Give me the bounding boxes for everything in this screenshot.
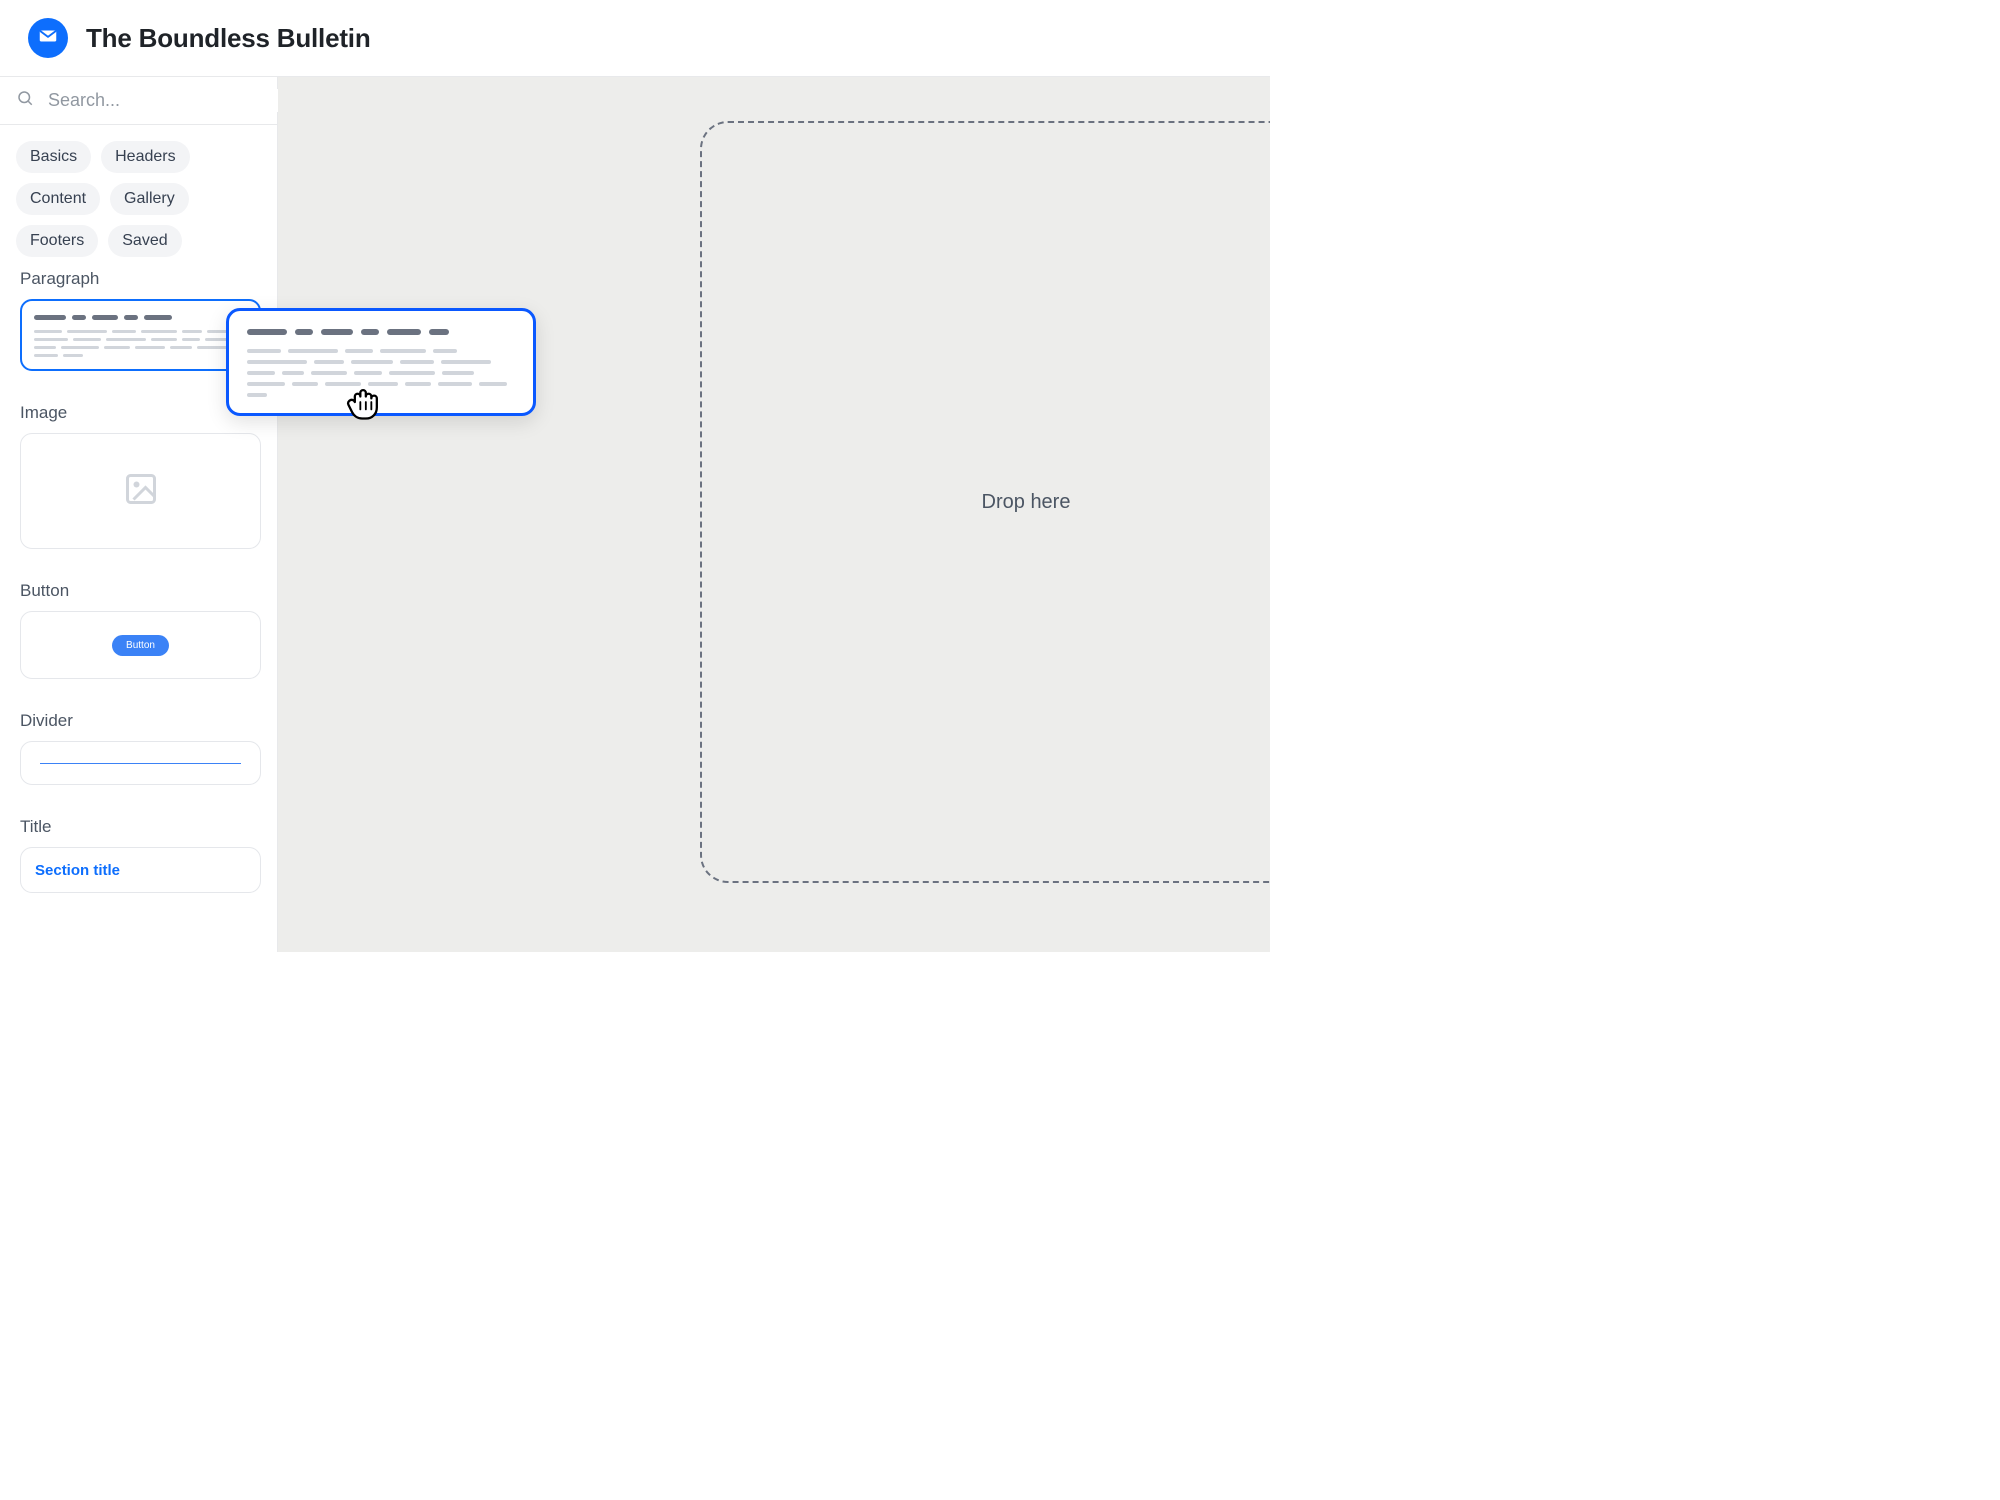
search-input[interactable] <box>46 89 282 112</box>
grab-cursor-icon <box>342 380 386 424</box>
canvas: Drop here <box>278 77 1270 952</box>
block-title-label: Title <box>20 817 261 837</box>
block-title-section: Title Section title <box>20 817 261 893</box>
button-preview-chip: Button <box>112 635 169 656</box>
block-paragraph-section: Paragraph <box>20 269 261 371</box>
block-image-label: Image <box>20 403 261 423</box>
drop-zone-text: Drop here <box>982 491 1071 514</box>
page-title: The Boundless Bulletin <box>86 23 371 54</box>
drop-zone-inner: Drop here <box>982 491 1071 514</box>
pill-headers[interactable]: Headers <box>101 141 189 173</box>
title-preview-text: Section title <box>35 862 120 879</box>
image-placeholder-icon <box>123 471 159 512</box>
block-button-card[interactable]: Button <box>20 611 261 679</box>
block-divider-card[interactable] <box>20 741 261 785</box>
block-divider-label: Divider <box>20 711 261 731</box>
block-paragraph-label: Paragraph <box>20 269 261 289</box>
envelope-icon <box>37 25 59 52</box>
pill-footers[interactable]: Footers <box>16 225 98 257</box>
block-paragraph-card[interactable] <box>20 299 261 371</box>
block-image-card[interactable] <box>20 433 261 549</box>
paragraph-preview <box>22 301 259 369</box>
pill-content[interactable]: Content <box>16 183 100 215</box>
search-row <box>0 77 277 125</box>
block-button-label: Button <box>20 581 261 601</box>
main: Basics Headers Content Gallery Footers S… <box>0 77 1270 952</box>
pill-basics[interactable]: Basics <box>16 141 91 173</box>
app-root: The Boundless Bulletin Basics Headers Co… <box>0 0 1270 952</box>
block-image-section: Image <box>20 403 261 549</box>
divider-preview-line <box>40 763 241 764</box>
block-title-card[interactable]: Section title <box>20 847 261 893</box>
drop-zone[interactable]: Drop here <box>700 121 1270 883</box>
app-header: The Boundless Bulletin <box>0 0 1270 77</box>
search-icon <box>16 89 34 112</box>
app-logo <box>28 18 68 58</box>
pill-saved[interactable]: Saved <box>108 225 181 257</box>
block-divider-section: Divider <box>20 711 261 785</box>
block-button-section: Button Button <box>20 581 261 679</box>
category-pills: Basics Headers Content Gallery Footers S… <box>0 125 277 263</box>
pill-gallery[interactable]: Gallery <box>110 183 189 215</box>
sidebar: Basics Headers Content Gallery Footers S… <box>0 77 278 952</box>
